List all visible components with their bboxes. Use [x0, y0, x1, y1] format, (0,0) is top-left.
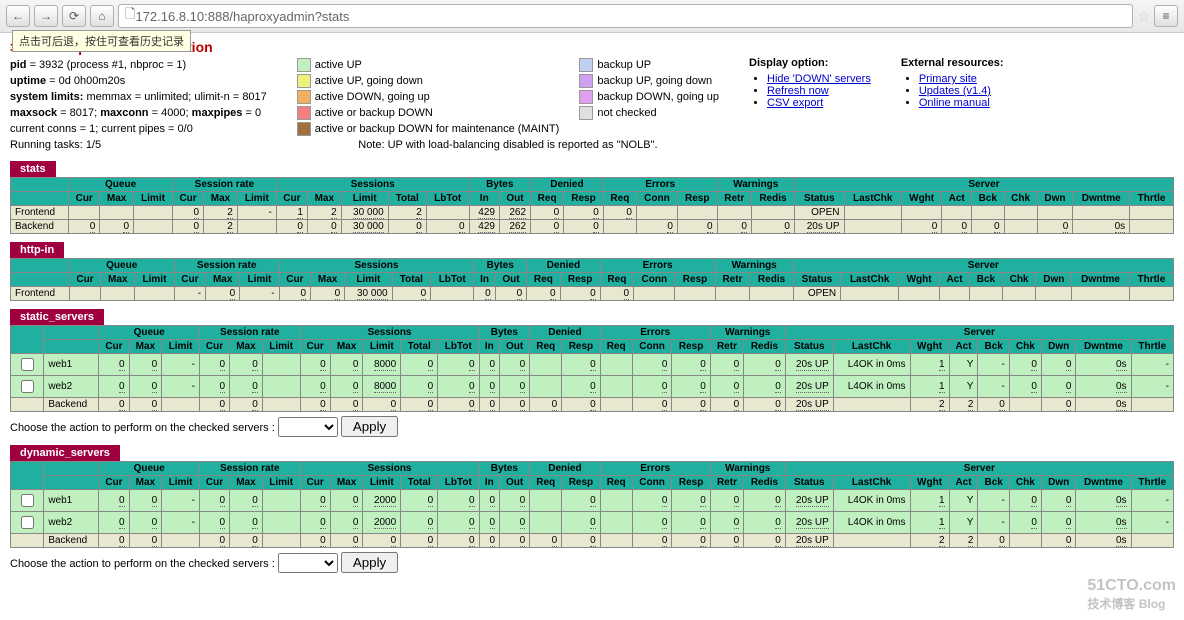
stats-table: QueueSession rateSessionsBytesDeniedErro… — [10, 177, 1174, 234]
proxy-section: static_serversQueueSession rateSessionsB… — [10, 309, 1174, 437]
table-row: web100-0000800000000000020s UPL4OK in 0m… — [11, 354, 1174, 376]
table-row: web100-0000200000000000020s UPL4OK in 0m… — [11, 490, 1174, 512]
option-link[interactable]: Hide 'DOWN' servers — [767, 73, 871, 85]
action-select[interactable] — [278, 553, 338, 573]
reload-button[interactable]: ⟳ — [62, 5, 86, 27]
watermark: 51CTO.com 技术博客 Blog — [1087, 577, 1176, 612]
proxy-title: static_servers — [10, 309, 104, 325]
external-resources: External resources: Primary siteUpdates … — [901, 57, 1004, 109]
proxy-section: http-inQueueSession rateSessionsBytesDen… — [10, 242, 1174, 301]
stats-table: QueueSession rateSessionsBytesDeniedErro… — [10, 461, 1174, 548]
option-link[interactable]: Refresh now — [767, 85, 829, 97]
table-row: web200-0000200000000000020s UPL4OK in 0m… — [11, 512, 1174, 534]
home-button[interactable]: ⌂ — [90, 5, 114, 27]
proxy-title: http-in — [10, 242, 64, 258]
resource-link[interactable]: Online manual — [919, 97, 990, 109]
action-row: Choose the action to perform on the chec… — [10, 416, 1174, 437]
table-row: web200-0000800000000000020s UPL4OK in 0m… — [11, 376, 1174, 398]
proxy-section: dynamic_serversQueueSession rateSessions… — [10, 445, 1174, 573]
page-icon: 🗋 — [125, 5, 135, 27]
option-link[interactable]: CSV export — [767, 97, 823, 109]
menu-button[interactable]: ≡ — [1154, 5, 1178, 27]
proxy-section: statsQueueSession rateSessionsBytesDenie… — [10, 161, 1174, 234]
apply-button[interactable]: Apply — [341, 552, 398, 573]
server-checkbox[interactable] — [21, 358, 34, 371]
history-tooltip: 点击可后退，按住可查看历史记录 — [12, 30, 191, 52]
server-checkbox[interactable] — [21, 494, 34, 507]
stats-table: QueueSession rateSessionsBytesDeniedErro… — [10, 325, 1174, 412]
table-row: Frontend02-1230 0002429262000OPEN — [11, 206, 1174, 220]
back-button[interactable]: ← — [6, 5, 30, 27]
process-info: pid = 3932 (process #1, nbproc = 1) upti… — [10, 57, 267, 153]
display-options: Display option: Hide 'DOWN' serversRefre… — [749, 57, 871, 109]
resource-link[interactable]: Updates (v1.4) — [919, 85, 991, 97]
server-checkbox[interactable] — [21, 380, 34, 393]
action-row: Choose the action to perform on the chec… — [10, 552, 1174, 573]
table-row: Frontend-0-0030 000000000OPEN — [11, 287, 1174, 301]
bookmark-icon[interactable]: ☆ — [1137, 8, 1150, 25]
browser-toolbar: ← → ⟳ ⌂ 🗋 172.16.8.10:888/haproxyadmin?s… — [0, 0, 1184, 33]
table-row: Backend0000000000000000020s UP22000s — [11, 398, 1174, 412]
table-row: Backend00020030 0000042926200000020s UP0… — [11, 220, 1174, 234]
url-bar[interactable]: 🗋 172.16.8.10:888/haproxyadmin?stats — [118, 4, 1133, 28]
table-row: Backend0000000000000000020s UP22000s — [11, 534, 1174, 548]
status-legend: active UPactive UP, going downactive DOW… — [297, 57, 719, 151]
action-select[interactable] — [278, 417, 338, 437]
proxy-title: dynamic_servers — [10, 445, 120, 461]
apply-button[interactable]: Apply — [341, 416, 398, 437]
proxy-title: stats — [10, 161, 56, 177]
resource-link[interactable]: Primary site — [919, 73, 977, 85]
stats-table: QueueSession rateSessionsBytesDeniedErro… — [10, 258, 1174, 301]
server-checkbox[interactable] — [21, 516, 34, 529]
forward-button[interactable]: → — [34, 5, 58, 27]
